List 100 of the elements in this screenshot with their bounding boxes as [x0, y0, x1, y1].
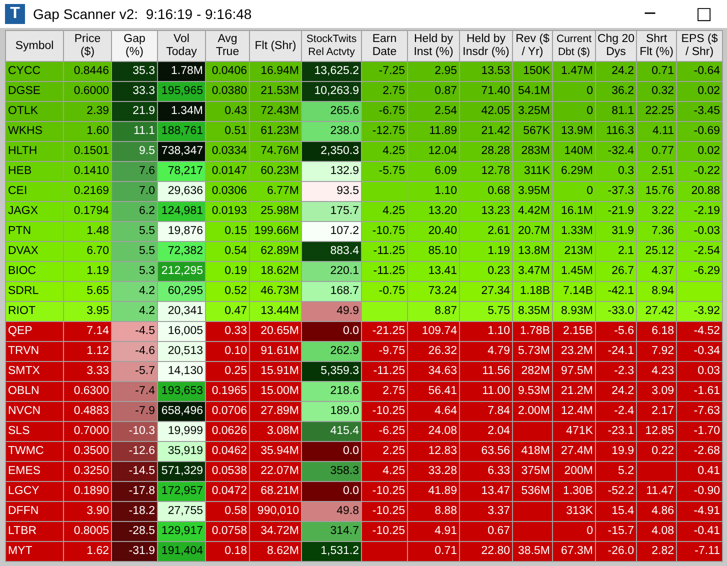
maximize-button[interactable]: □ [681, 0, 727, 28]
table-cell: 0.33 [206, 322, 250, 342]
table-cell: 0 [552, 102, 596, 122]
table-cell: 262.9 [302, 342, 362, 362]
column-header[interactable]: Held by Inst (%) [408, 30, 460, 62]
table-cell: 9.5 [112, 142, 158, 162]
table-cell: -7.9 [112, 402, 158, 422]
column-header[interactable]: EPS ($ / Shr) [676, 30, 722, 62]
table-cell: 7.6 [112, 162, 158, 182]
table-cell: -37.3 [596, 182, 636, 202]
table-cell: 8.62M [250, 542, 302, 562]
table-cell: 24.2 [596, 382, 636, 402]
table-cell: 5.65 [64, 282, 112, 302]
table-cell: 3.22 [636, 202, 676, 222]
table-cell: 25.12 [636, 242, 676, 262]
column-header[interactable]: Flt (Shr) [250, 30, 302, 62]
table-cell: -11.25 [362, 262, 408, 282]
table-cell: 18.62M [250, 262, 302, 282]
table-cell: 0.1794 [64, 202, 112, 222]
table-cell: 63.56 [460, 442, 512, 462]
table-cell: -6.75 [362, 102, 408, 122]
table-cell: 12.4M [552, 402, 596, 422]
column-header[interactable]: Avg True [206, 30, 250, 62]
table-cell: 20.40 [408, 222, 460, 242]
table-cell: 13.47 [460, 482, 512, 502]
table-cell: 5.5 [112, 222, 158, 242]
symbol-cell: TWMC [6, 442, 64, 462]
table-cell: 5.73M [512, 342, 552, 362]
table-cell: 5.75 [460, 302, 512, 322]
symbol-cell: CEI [6, 182, 64, 202]
table-cell: 12.78 [460, 162, 512, 182]
table-cell: 97.5M [552, 362, 596, 382]
column-header[interactable]: Earn Date [362, 30, 408, 62]
minimize-button[interactable]: ─ [627, 0, 673, 28]
column-header[interactable]: Chg 20 Dys [596, 30, 636, 62]
table-cell: -12.6 [112, 442, 158, 462]
table-cell: 2.15B [552, 322, 596, 342]
column-header[interactable]: Current Dbt ($) [552, 30, 596, 62]
table-cell: 3.08M [250, 422, 302, 442]
table-cell: 2.82 [636, 542, 676, 562]
table-cell: 10,263.9 [302, 82, 362, 102]
table-cell: 60.23M [250, 162, 302, 182]
table-cell: -42.1 [596, 282, 636, 302]
table-cell: 34.63 [408, 362, 460, 382]
symbol-cell: PTN [6, 222, 64, 242]
table-cell: 150K [512, 62, 552, 82]
table-cell: 2.75 [362, 382, 408, 402]
table-cell: 0.41 [676, 462, 722, 482]
table-cell: 1.19 [460, 242, 512, 262]
table-cell: 27,755 [158, 502, 206, 522]
column-header[interactable]: Price ($) [64, 30, 112, 62]
table-cell: 2,350.3 [302, 142, 362, 162]
table-cell: 571,329 [158, 462, 206, 482]
table-cell: 54.1M [512, 82, 552, 102]
table-cell: -9.75 [362, 342, 408, 362]
symbol-cell: OBLN [6, 382, 64, 402]
table-cell: 12.85 [636, 422, 676, 442]
table-cell: 73.24 [408, 282, 460, 302]
table-cell: 3.47M [512, 262, 552, 282]
table-cell: -2.3 [596, 362, 636, 382]
table-cell: 0.7000 [64, 422, 112, 442]
table-cell: 21.9 [112, 102, 158, 122]
table-cell: 0.77 [636, 142, 676, 162]
table-cell: 0.0306 [206, 182, 250, 202]
table-cell: 0.4883 [64, 402, 112, 422]
table-cell: 19.9 [596, 442, 636, 462]
table-cell: 8.87 [408, 302, 460, 322]
column-header[interactable]: StockTwits Rel Actvty [302, 30, 362, 62]
table-cell: -2.68 [676, 442, 722, 462]
column-header[interactable]: Shrt Flt (%) [636, 30, 676, 62]
column-header[interactable]: Symbol [6, 30, 64, 62]
table-cell: 6.09 [408, 162, 460, 182]
table-cell: 23.2M [552, 342, 596, 362]
table-cell: 0.0758 [206, 522, 250, 542]
table-cell: 1.62 [64, 542, 112, 562]
table-cell: 27.4M [552, 442, 596, 462]
table-cell: 24.2 [596, 62, 636, 82]
table-cell: 13.53 [460, 62, 512, 82]
table-cell: -6.29 [676, 262, 722, 282]
symbol-cell: NVCN [6, 402, 64, 422]
table-cell: 27.89M [250, 402, 302, 422]
table-cell: 4.2 [112, 302, 158, 322]
table-cell: 1.19 [64, 262, 112, 282]
table-cell: 314.7 [302, 522, 362, 542]
table-cell: 0.25 [206, 362, 250, 382]
column-header[interactable]: Rev ($ / Yr) [512, 30, 552, 62]
table-cell: 0 [552, 182, 596, 202]
table-cell: 6.18 [636, 322, 676, 342]
column-header[interactable]: Held by Insdr (%) [460, 30, 512, 62]
table-cell: 74.76M [250, 142, 302, 162]
column-header[interactable]: Gap (%) [112, 30, 158, 62]
table-cell: 31.9 [596, 222, 636, 242]
table-cell: 16,005 [158, 322, 206, 342]
column-header[interactable]: Vol Today [158, 30, 206, 62]
table-cell: 2.1 [596, 242, 636, 262]
table-cell: 12.04 [408, 142, 460, 162]
table-cell: -11.25 [362, 362, 408, 382]
table-cell: 471K [552, 422, 596, 442]
table-cell: 25.98M [250, 202, 302, 222]
table-cell: 4.23 [636, 362, 676, 382]
